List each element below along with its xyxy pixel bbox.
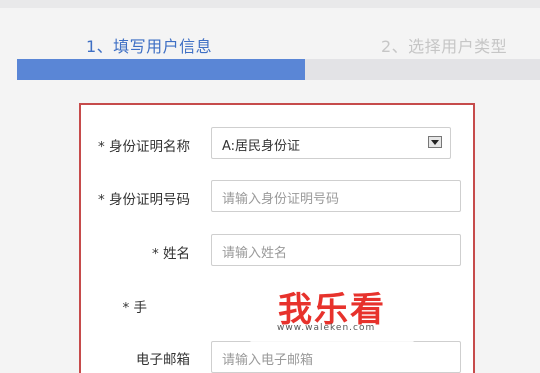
name-input[interactable]: 请输入姓名	[211, 234, 461, 266]
name-label: * 姓名	[151, 246, 190, 262]
email-placeholder: 请输入电子邮箱	[222, 353, 314, 368]
id-type-label: * 身份证明名称	[97, 139, 190, 155]
id-type-value: A:居民身份证	[222, 139, 301, 154]
name-placeholder: 请输入姓名	[222, 246, 288, 261]
progress-bar	[17, 59, 540, 80]
email-input[interactable]: 请输入电子邮箱	[211, 341, 461, 373]
email-label: 电子邮箱	[136, 352, 190, 368]
id-number-input[interactable]: 请输入身份证明号码	[211, 180, 461, 212]
step-2-label[interactable]: 2、选择用户类型	[381, 33, 507, 57]
top-bar	[0, 0, 540, 8]
id-number-placeholder: 请输入身份证明号码	[222, 192, 340, 207]
progress-fill	[17, 59, 305, 80]
phone-label: * 手	[122, 300, 147, 316]
watermark-url: www.waleken.com	[277, 323, 376, 333]
id-number-label: * 身份证明号码	[97, 192, 190, 208]
step-1-label[interactable]: 1、填写用户信息	[86, 33, 212, 57]
chevron-down-icon[interactable]	[428, 136, 442, 148]
id-type-select[interactable]: A:居民身份证	[211, 127, 451, 159]
